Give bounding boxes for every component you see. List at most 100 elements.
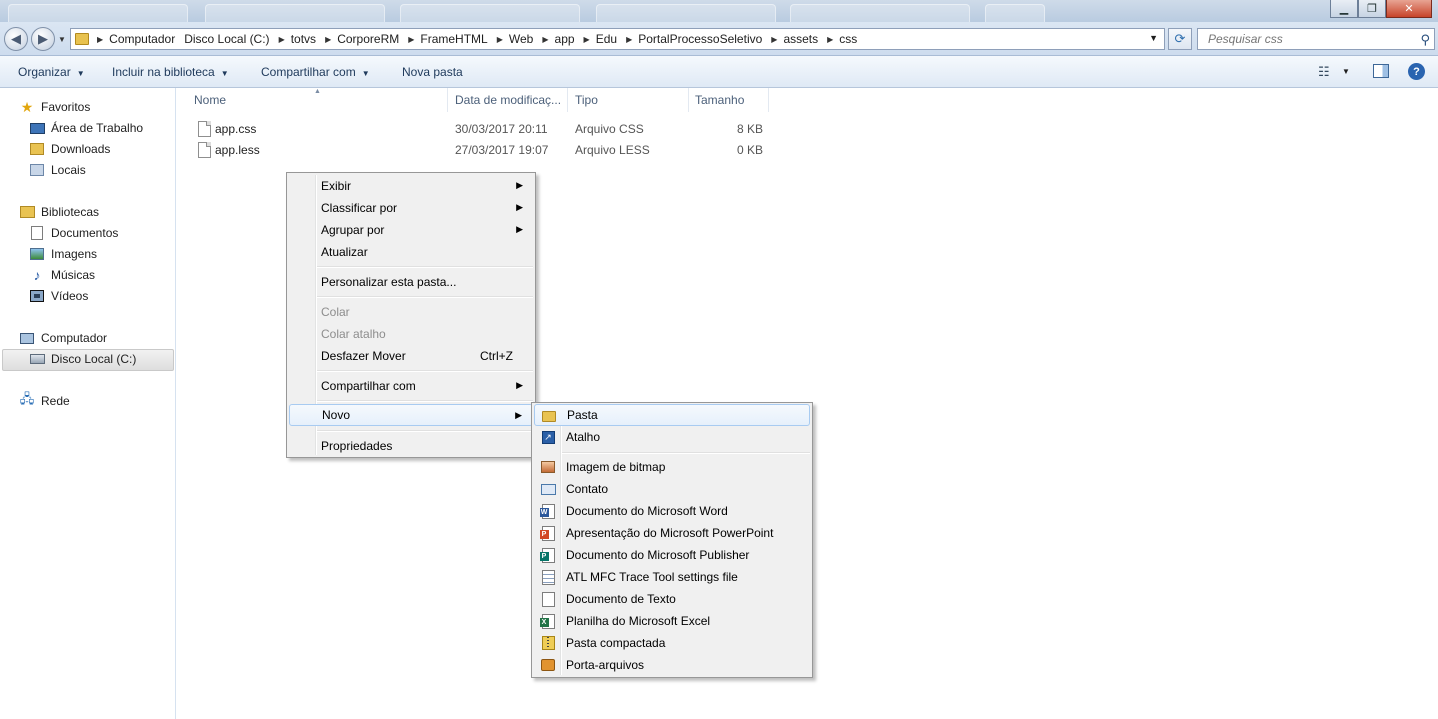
- breadcrumb-corporerm[interactable]: CorporeRM: [337, 32, 399, 46]
- nav-item-downloads[interactable]: Downloads: [29, 139, 110, 159]
- folder-icon: [541, 408, 557, 424]
- menu-item-sort-by[interactable]: Classificar por ▶: [289, 197, 533, 219]
- breadcrumb-totvs[interactable]: totvs: [291, 32, 316, 46]
- search-icon[interactable]: ⚲: [1420, 32, 1430, 48]
- breadcrumb-portal[interactable]: PortalProcessoSeletivo: [638, 32, 762, 46]
- background-tab[interactable]: [400, 4, 580, 22]
- nav-item-videos[interactable]: Vídeos: [29, 286, 88, 306]
- new-item-word[interactable]: W Documento do Microsoft Word: [534, 500, 810, 522]
- menu-item-paste[interactable]: Colar: [289, 301, 533, 323]
- desktop-icon: [29, 121, 45, 135]
- breadcrumb-framehtml[interactable]: FrameHTML: [420, 32, 487, 46]
- nav-libraries[interactable]: Bibliotecas: [19, 202, 99, 222]
- file-row[interactable]: app.less 27/03/2017 19:07 Arquivo LESS 0…: [190, 140, 780, 161]
- recent-pages-dropdown[interactable]: ▼: [58, 35, 66, 44]
- search-input[interactable]: [1206, 31, 1406, 47]
- breadcrumb-separator-icon[interactable]: ▶: [497, 35, 503, 44]
- forward-button[interactable]: ▶: [31, 27, 55, 51]
- new-item-text-document[interactable]: Documento de Texto: [534, 588, 810, 610]
- breadcrumb-separator-icon[interactable]: ▶: [771, 35, 777, 44]
- new-item-bitmap[interactable]: Imagem de bitmap: [534, 456, 810, 478]
- background-tab[interactable]: [985, 4, 1045, 22]
- breadcrumb-computer[interactable]: Computador: [109, 32, 175, 46]
- menu-item-new[interactable]: Novo ▶: [289, 404, 533, 426]
- menu-item-properties[interactable]: Propriedades: [289, 435, 533, 457]
- breadcrumb-separator-icon[interactable]: ▶: [325, 35, 331, 44]
- menu-item-label: Desfazer Mover: [321, 349, 406, 363]
- new-item-folder[interactable]: Pasta: [534, 404, 810, 426]
- menu-item-customize-folder[interactable]: Personalizar esta pasta...: [289, 271, 533, 293]
- breadcrumb-separator-icon[interactable]: ▶: [279, 35, 285, 44]
- breadcrumb-separator-icon[interactable]: ▶: [584, 35, 590, 44]
- nav-item-desktop[interactable]: Área de Trabalho: [29, 118, 143, 138]
- refresh-button[interactable]: ⟳: [1168, 28, 1192, 50]
- organize-button[interactable]: Organizar ▼: [18, 65, 85, 79]
- breadcrumb-separator-icon[interactable]: ▶: [542, 35, 548, 44]
- refresh-icon: ⟳: [1174, 31, 1186, 46]
- maximize-button[interactable]: ❐: [1358, 0, 1386, 18]
- text-document-icon: [540, 591, 556, 607]
- background-tab[interactable]: [790, 4, 970, 22]
- new-item-contact[interactable]: Contato: [534, 478, 810, 500]
- new-folder-button[interactable]: Nova pasta: [402, 65, 463, 79]
- contact-card-icon: [540, 481, 556, 497]
- menu-item-share-with[interactable]: Compartilhar com ▶: [289, 375, 533, 397]
- nav-item-images[interactable]: Imagens: [29, 244, 97, 264]
- breadcrumb-web[interactable]: Web: [509, 32, 533, 46]
- background-tab[interactable]: [596, 4, 776, 22]
- back-button[interactable]: ◀: [4, 27, 28, 51]
- help-icon[interactable]: ?: [1408, 63, 1425, 80]
- new-item-zip-folder[interactable]: Pasta compactada: [534, 632, 810, 654]
- new-item-shortcut[interactable]: ↗ Atalho: [534, 426, 810, 448]
- menu-item-label: Exibir: [321, 179, 352, 193]
- breadcrumb-edu[interactable]: Edu: [596, 32, 617, 46]
- file-row[interactable]: app.css 30/03/2017 20:11 Arquivo CSS 8 K…: [190, 119, 780, 140]
- close-button[interactable]: ✕: [1386, 0, 1432, 18]
- menu-item-refresh[interactable]: Atualizar: [289, 241, 533, 263]
- breadcrumb-separator-icon[interactable]: ▶: [626, 35, 632, 44]
- nav-item-music[interactable]: ♪ Músicas: [29, 265, 96, 285]
- new-item-powerpoint[interactable]: P Apresentação do Microsoft PowerPoint: [534, 522, 810, 544]
- breadcrumb-css[interactable]: css: [839, 32, 857, 46]
- share-with-button[interactable]: Compartilhar com ▼: [261, 65, 370, 79]
- menu-item-view[interactable]: Exibir ▶: [289, 175, 533, 197]
- preview-pane-icon[interactable]: [1373, 64, 1389, 78]
- new-item-excel[interactable]: X Planilha do Microsoft Excel: [534, 610, 810, 632]
- new-item-briefcase[interactable]: Porta-arquivos: [534, 654, 810, 676]
- nav-item-local-disk[interactable]: Disco Local (C:): [29, 349, 136, 369]
- nav-item-documents[interactable]: Documentos: [29, 223, 118, 243]
- background-tab[interactable]: [8, 4, 188, 22]
- nav-item-label: Vídeos: [51, 289, 89, 303]
- chevron-down-icon[interactable]: ▼: [1342, 67, 1350, 76]
- nav-network[interactable]: 🖧 Rede: [19, 391, 70, 411]
- menu-item-label: Porta-arquivos: [566, 658, 645, 672]
- column-headers: Nome Data de modificaç... Tipo Tamanho: [188, 88, 1438, 112]
- nav-item-places[interactable]: Locais: [29, 160, 86, 180]
- search-box[interactable]: ⚲: [1197, 28, 1435, 50]
- breadcrumb-app[interactable]: app: [555, 32, 575, 46]
- breadcrumb-separator-icon[interactable]: ▶: [97, 35, 103, 44]
- include-library-button[interactable]: Incluir na biblioteca ▼: [112, 65, 229, 79]
- breadcrumb-assets[interactable]: assets: [783, 32, 818, 46]
- address-bar[interactable]: ▶ Computador Disco Local (C:) ▶ totvs ▶ …: [70, 28, 1165, 50]
- new-item-atl-trace[interactable]: ATL MFC Trace Tool settings file: [534, 566, 810, 588]
- breadcrumb-separator-icon[interactable]: ▶: [827, 35, 833, 44]
- nav-computer[interactable]: Computador: [19, 328, 107, 348]
- menu-item-paste-shortcut[interactable]: Colar atalho: [289, 323, 533, 345]
- breadcrumb-separator-icon[interactable]: ▶: [408, 35, 414, 44]
- nav-favorites[interactable]: ★ Favoritos: [19, 97, 91, 117]
- view-options-icon[interactable]: ☷: [1318, 64, 1330, 80]
- breadcrumb-drive[interactable]: Disco Local (C:): [184, 32, 269, 46]
- keyboard-shortcut: Ctrl+Z: [480, 349, 513, 363]
- column-header-date[interactable]: Data de modificaç...: [449, 88, 568, 112]
- address-history-dropdown[interactable]: ▼: [1149, 33, 1158, 43]
- nav-libraries-label: Bibliotecas: [41, 205, 100, 219]
- background-tab[interactable]: [205, 4, 385, 22]
- menu-item-group-by[interactable]: Agrupar por ▶: [289, 219, 533, 241]
- menu-item-undo-move[interactable]: Desfazer Mover Ctrl+Z: [289, 345, 533, 367]
- new-item-publisher[interactable]: P Documento do Microsoft Publisher: [534, 544, 810, 566]
- column-header-type[interactable]: Tipo: [569, 88, 689, 112]
- column-header-size[interactable]: Tamanho: [689, 88, 769, 112]
- minimize-button[interactable]: ▁: [1330, 0, 1358, 18]
- nav-item-label: Documentos: [51, 226, 119, 240]
